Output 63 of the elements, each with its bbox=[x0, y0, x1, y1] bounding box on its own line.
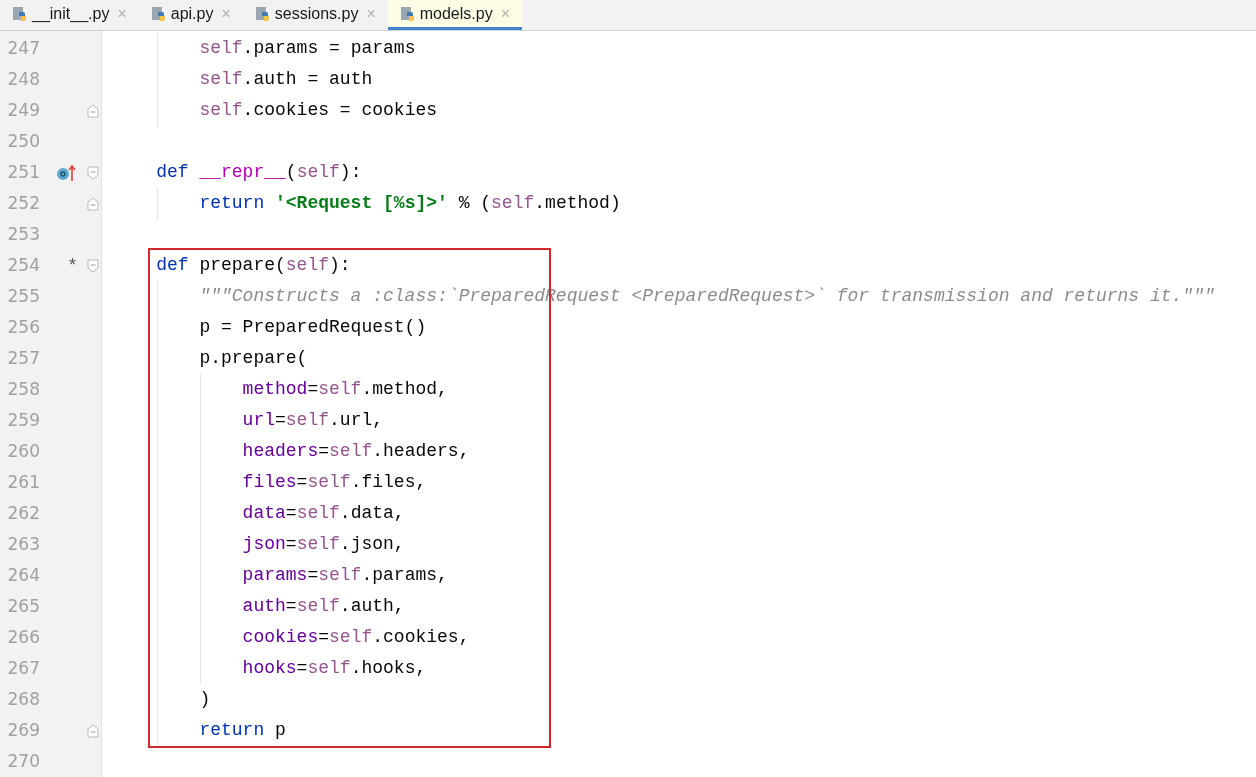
line-number: 258 bbox=[6, 377, 40, 401]
line-number: 257 bbox=[6, 346, 40, 370]
code-line: return p bbox=[198, 719, 286, 742]
line-number: 266 bbox=[6, 625, 40, 649]
code-line: url=self.url, bbox=[241, 409, 384, 432]
tab-label: __init__.py bbox=[32, 3, 110, 25]
code-line: hooks=self.hooks, bbox=[241, 657, 427, 680]
code-line: ) bbox=[198, 688, 211, 711]
line-number: 262 bbox=[6, 501, 40, 525]
line-number: 249 bbox=[6, 98, 40, 122]
fold-icon[interactable] bbox=[87, 103, 99, 118]
file-tab[interactable]: sessions.py × bbox=[242, 0, 388, 30]
file-tab[interactable]: models.py × bbox=[387, 0, 522, 30]
code-line: p.prepare( bbox=[198, 347, 308, 370]
code-line: method=self.method, bbox=[241, 378, 448, 401]
line-number: 269 bbox=[6, 718, 40, 742]
line-number: 259 bbox=[6, 408, 40, 432]
file-tab[interactable]: __init__.py × bbox=[0, 0, 139, 30]
fold-icon[interactable] bbox=[87, 165, 99, 180]
override-marker-icon[interactable] bbox=[56, 163, 76, 182]
line-number: 265 bbox=[6, 594, 40, 618]
line-number: 263 bbox=[6, 532, 40, 556]
tab-label: models.py bbox=[419, 3, 493, 24]
line-number: 260 bbox=[6, 439, 40, 463]
tab-label: api.py bbox=[170, 3, 214, 24]
line-number: 270 bbox=[6, 749, 40, 773]
line-number: 261 bbox=[6, 470, 40, 494]
code-line: auth=self.auth, bbox=[241, 595, 405, 618]
code-line: self.cookies = cookies bbox=[198, 99, 438, 122]
code-line: p = PreparedRequest() bbox=[198, 316, 427, 339]
code-line: def __repr__(self): bbox=[155, 161, 362, 184]
fold-icon[interactable] bbox=[87, 258, 99, 273]
code-line: self.auth = auth bbox=[198, 68, 373, 91]
python-file-icon bbox=[254, 5, 271, 22]
python-file-icon bbox=[150, 5, 167, 22]
fold-icon[interactable] bbox=[87, 723, 99, 738]
code-line: data=self.data, bbox=[241, 502, 405, 525]
fold-icon[interactable] bbox=[87, 196, 99, 211]
line-number: 250 bbox=[6, 129, 40, 153]
code-line: headers=self.headers, bbox=[241, 440, 470, 463]
line-number: 252 bbox=[6, 191, 40, 215]
code-line: return '<Request [%s]>' % (self.method) bbox=[198, 192, 621, 215]
python-file-icon bbox=[399, 5, 416, 22]
line-number: 268 bbox=[6, 687, 40, 711]
change-marker: * bbox=[69, 254, 76, 277]
line-number: 264 bbox=[6, 563, 40, 587]
code-line: json=self.json, bbox=[241, 533, 405, 556]
line-number: 248 bbox=[6, 67, 40, 91]
line-number: 267 bbox=[6, 656, 40, 680]
python-file-icon bbox=[12, 5, 28, 22]
line-number: 247 bbox=[6, 36, 40, 60]
code-line: files=self.files, bbox=[241, 471, 427, 494]
code-line: def prepare(self): bbox=[155, 254, 351, 277]
line-number: 254 bbox=[6, 253, 40, 277]
code-line: params=self.params, bbox=[241, 564, 448, 587]
tab-label: sessions.py bbox=[274, 3, 359, 24]
line-number: 255 bbox=[6, 284, 40, 308]
code-line: cookies=self.cookies, bbox=[241, 626, 470, 649]
line-number: 256 bbox=[6, 315, 40, 339]
line-number: 251 bbox=[6, 160, 40, 184]
file-tab[interactable]: api.py × bbox=[138, 0, 243, 30]
code-line: self.params = params bbox=[198, 37, 416, 60]
line-number: 253 bbox=[6, 222, 40, 246]
